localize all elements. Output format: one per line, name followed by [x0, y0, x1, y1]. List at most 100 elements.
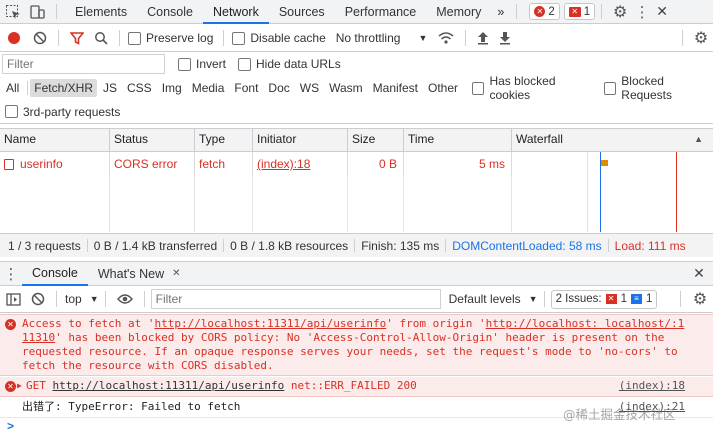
issue-flag-icon: ✕	[568, 6, 581, 17]
error-origin-link[interactable]: http://localhost: localhost/:1	[486, 317, 685, 330]
failed-request-detail: net::ERR_FAILED 200	[290, 379, 417, 392]
log-levels-select[interactable]: Default levels ▼	[449, 292, 538, 306]
search-button[interactable]	[89, 25, 113, 51]
import-har-icon[interactable]	[472, 25, 494, 51]
column-status[interactable]: Status	[110, 128, 195, 152]
hide-data-urls-label: Hide data URLs	[256, 57, 341, 71]
inspect-element-icon[interactable]	[0, 0, 26, 24]
network-settings-gear-icon[interactable]: ⚙	[689, 25, 713, 51]
request-initiator[interactable]: (index):18	[253, 152, 348, 176]
summary-resources: 0 B / 1.8 kB resources	[230, 238, 349, 253]
column-initiator[interactable]: Initiator	[253, 128, 348, 152]
has-blocked-cookies-label: Has blocked cookies	[489, 74, 556, 102]
column-name[interactable]: Name	[0, 128, 110, 152]
request-status: CORS error	[110, 152, 195, 176]
column-type[interactable]: Type	[195, 128, 253, 152]
type-filter-img[interactable]: Img	[158, 79, 186, 97]
summary-dom-content-loaded: DOMContentLoaded: 58 ms	[452, 238, 602, 253]
type-filter-font[interactable]: Font	[230, 79, 262, 97]
disable-cache-checkbox[interactable]: Disable cache	[232, 31, 326, 45]
type-filter-manifest[interactable]: Manifest	[369, 79, 422, 97]
type-filter-wasm[interactable]: Wasm	[325, 79, 367, 97]
requests-table-body	[0, 176, 713, 232]
tab-memory[interactable]: Memory	[426, 0, 491, 24]
drawer-tab-whats-new[interactable]: What's New ✕	[88, 262, 191, 286]
export-har-icon[interactable]	[494, 25, 516, 51]
settings-gear-icon[interactable]: ⚙	[608, 0, 632, 24]
prompt-chevron-icon: >	[7, 419, 15, 433]
more-options-icon[interactable]: ⋮	[632, 0, 652, 24]
blocked-requests-box[interactable]	[603, 81, 617, 95]
network-conditions-wifi-icon[interactable]	[433, 25, 459, 51]
issues-badge[interactable]: ✕ 1	[563, 3, 596, 20]
invert-checkbox[interactable]: Invert	[178, 57, 226, 71]
third-party-box[interactable]	[5, 105, 18, 118]
clear-console-icon[interactable]	[26, 286, 50, 312]
hide-data-urls-checkbox[interactable]: Hide data URLs	[238, 57, 341, 71]
disable-cache-box[interactable]	[232, 31, 246, 45]
type-filter-fetch-xhr[interactable]: Fetch/XHR	[30, 79, 97, 97]
filter-toggle-button[interactable]	[65, 25, 89, 51]
record-button[interactable]	[0, 25, 28, 51]
clear-button[interactable]	[28, 25, 52, 51]
preserve-log-box[interactable]	[128, 31, 141, 45]
errors-count: 2	[548, 5, 555, 18]
third-party-checkbox[interactable]: 3rd-party requests	[5, 105, 120, 119]
failed-request-url-link[interactable]: http://localhost:11311/api/userinfo	[53, 379, 285, 392]
preserve-log-checkbox[interactable]: Preserve log	[128, 31, 213, 45]
initiator-link[interactable]: (index):18	[257, 157, 310, 171]
close-devtools-icon[interactable]: ✕	[652, 0, 672, 24]
console-filter-input[interactable]	[150, 289, 441, 309]
tab-performance[interactable]: Performance	[335, 0, 427, 24]
tab-console[interactable]: Console	[137, 0, 203, 24]
device-toolbar-icon[interactable]	[26, 0, 48, 24]
invert-box[interactable]	[178, 57, 191, 71]
hide-data-urls-box[interactable]	[238, 57, 252, 71]
tab-network[interactable]: Network	[202, 0, 269, 24]
column-waterfall[interactable]: Waterfall ▲	[512, 128, 713, 152]
live-expression-eye-icon[interactable]	[112, 286, 138, 312]
issues-button[interactable]: 2 Issues: ✕ 1 ≡ 1	[550, 289, 658, 309]
type-filter-other[interactable]: Other	[424, 79, 462, 97]
type-filter-all[interactable]: All	[2, 79, 23, 97]
has-blocked-cookies-box[interactable]	[472, 81, 485, 95]
show-sidebar-icon[interactable]	[0, 286, 26, 312]
error-url-link[interactable]: http://localhost:11311/api/userinfo	[154, 317, 386, 330]
blocked-requests-checkbox[interactable]: Blocked Requests	[603, 74, 713, 102]
more-tabs-button[interactable]: »	[491, 0, 510, 24]
errors-badge[interactable]: ✕ 2	[529, 3, 560, 20]
drawer-menu-icon[interactable]: ⋮	[0, 262, 22, 286]
error-origin-link-cont[interactable]: 11310	[22, 331, 55, 344]
column-time[interactable]: Time	[404, 128, 512, 152]
console-error-get-message[interactable]: ✕ ▶ GET http://localhost:11311/api/useri…	[0, 377, 713, 397]
console-prompt[interactable]: >	[0, 418, 713, 437]
type-filter-js[interactable]: JS	[99, 79, 121, 97]
request-name-cell: userinfo	[0, 152, 110, 176]
type-filter-ws[interactable]: WS	[296, 79, 323, 97]
console-settings-gear-icon[interactable]: ⚙	[687, 286, 713, 312]
context-select[interactable]: top ▼	[65, 292, 99, 306]
issues-error-count: 1	[620, 293, 628, 305]
request-name: userinfo	[20, 157, 63, 171]
type-filter-media[interactable]: Media	[188, 79, 229, 97]
search-icon	[95, 32, 108, 45]
has-blocked-cookies-checkbox[interactable]: Has blocked cookies	[472, 74, 594, 102]
drawer-tab-console[interactable]: Console	[22, 262, 88, 286]
error-text-part: ' has been blocked by CORS policy: No 'A…	[22, 331, 678, 372]
column-size[interactable]: Size	[348, 128, 404, 152]
request-error-icon	[4, 158, 14, 170]
source-link[interactable]: (index):18	[619, 377, 685, 395]
filter-input[interactable]	[2, 54, 165, 74]
close-whats-new-icon[interactable]: ✕	[172, 263, 180, 285]
type-filter-css[interactable]: CSS	[123, 79, 156, 97]
tab-sources[interactable]: Sources	[269, 0, 335, 24]
close-drawer-icon[interactable]: ✕	[685, 262, 713, 286]
tab-elements[interactable]: Elements	[65, 0, 137, 24]
expand-triangle-icon[interactable]: ▶	[17, 377, 22, 395]
chevron-down-icon: ▼	[89, 294, 99, 304]
type-filter-doc[interactable]: Doc	[264, 79, 293, 97]
throttling-value: No throttling	[335, 31, 401, 45]
throttling-select[interactable]: No throttling ▼	[336, 31, 428, 45]
console-error-message: ✕ Access to fetch at 'http://localhost:1…	[0, 314, 713, 376]
error-text-part: Access to fetch at '	[22, 317, 155, 330]
